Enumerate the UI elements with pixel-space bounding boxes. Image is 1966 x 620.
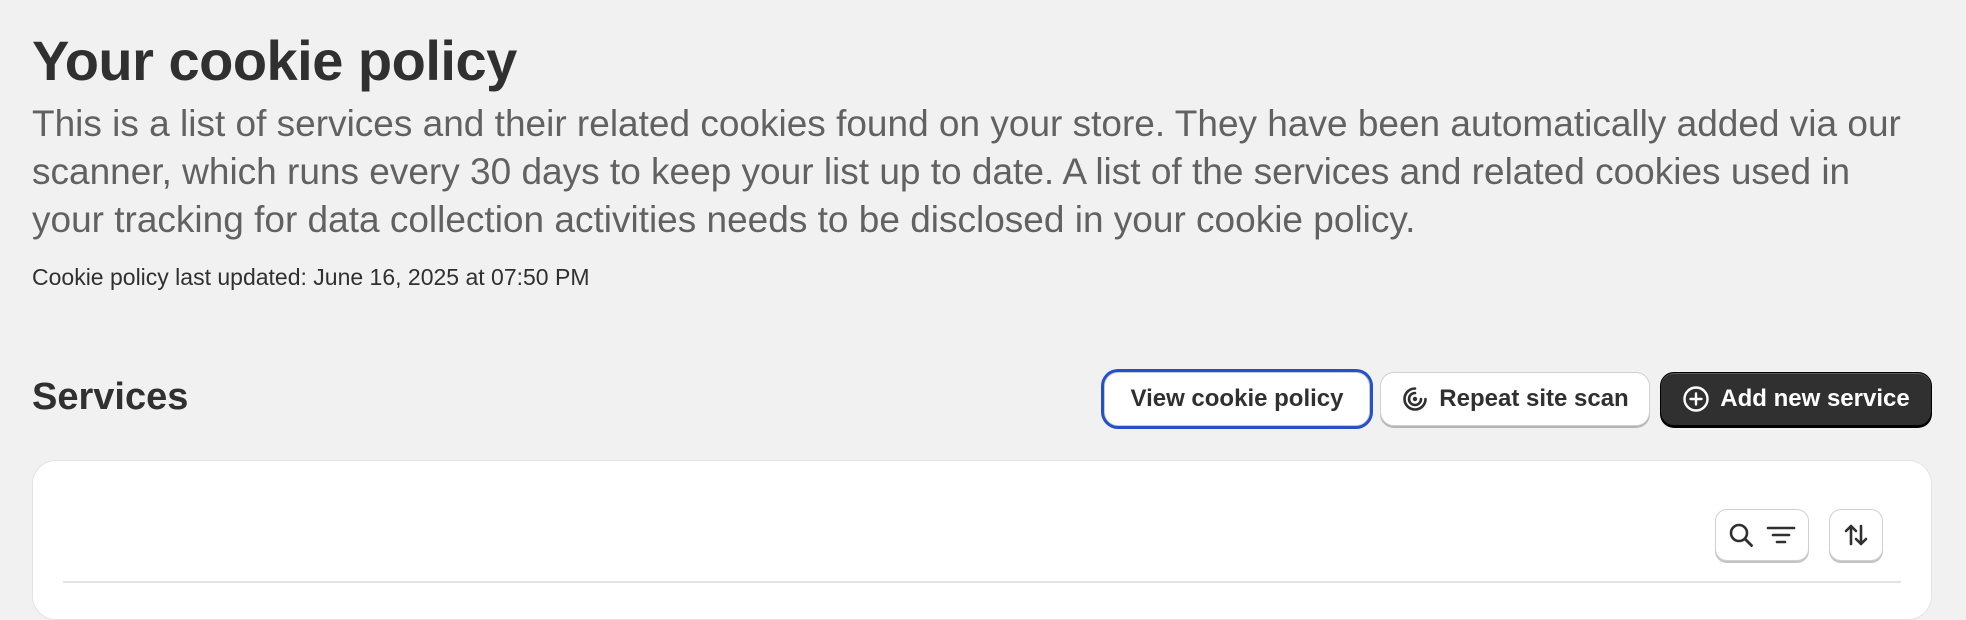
filter-icon <box>1766 523 1796 547</box>
sort-button[interactable] <box>1829 509 1883 561</box>
page-title: Your cookie policy <box>32 29 517 92</box>
repeat-site-scan-button[interactable]: Repeat site scan <box>1380 372 1650 426</box>
last-updated-text: Cookie policy last updated: June 16, 202… <box>32 264 590 290</box>
repeat-site-scan-label: Repeat site scan <box>1439 385 1629 412</box>
scan-icon <box>1401 385 1429 413</box>
add-new-service-label: Add new service <box>1720 385 1910 412</box>
services-table-card <box>32 460 1932 620</box>
services-heading: Services <box>32 376 189 418</box>
page-description: This is a list of services and their rel… <box>32 103 1901 240</box>
search-filter-button[interactable] <box>1715 509 1809 561</box>
plus-circle-icon <box>1682 385 1710 413</box>
search-icon <box>1728 522 1754 548</box>
services-actions: View cookie policy Repeat site scan Add … <box>1100 372 1932 430</box>
view-cookie-policy-button[interactable]: View cookie policy <box>1104 372 1370 426</box>
sort-icon <box>1842 521 1870 549</box>
view-cookie-policy-label: View cookie policy <box>1130 385 1344 412</box>
add-new-service-button[interactable]: Add new service <box>1660 372 1932 426</box>
table-header-divider <box>63 581 1901 583</box>
